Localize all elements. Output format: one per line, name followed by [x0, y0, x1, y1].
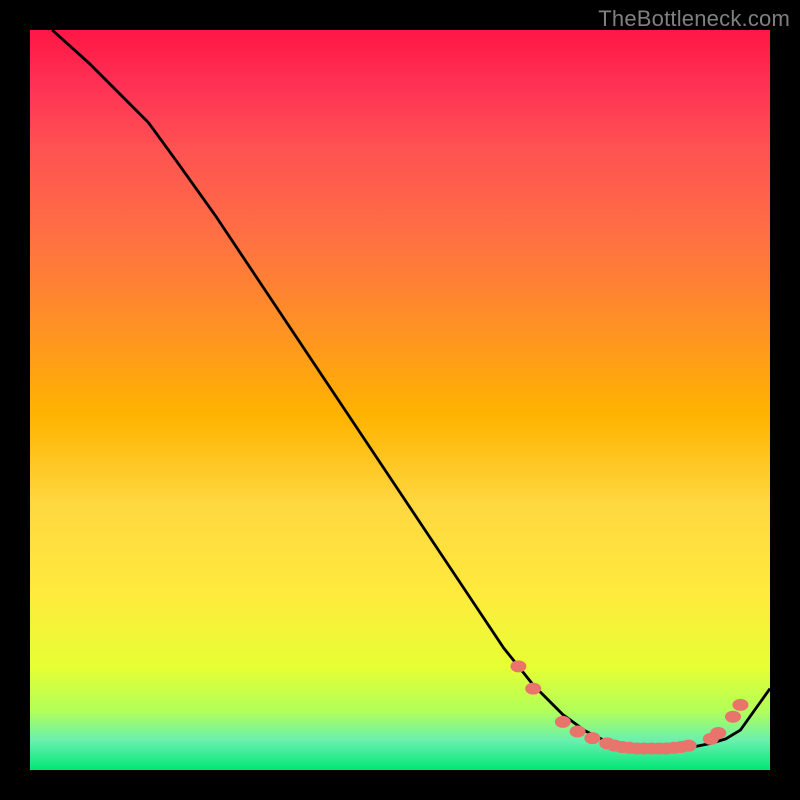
data-marker: [584, 732, 600, 744]
data-marker: [555, 716, 571, 728]
watermark-text: TheBottleneck.com: [598, 6, 790, 32]
plot-area: [30, 30, 770, 770]
markers-group: [510, 660, 748, 754]
data-marker: [681, 740, 697, 752]
curve-path: [52, 30, 770, 749]
data-marker: [510, 660, 526, 672]
chart-container: TheBottleneck.com: [0, 0, 800, 800]
data-marker: [732, 699, 748, 711]
data-marker: [710, 727, 726, 739]
data-marker: [570, 726, 586, 738]
chart-svg: [30, 30, 770, 770]
data-marker: [525, 683, 541, 695]
data-marker: [725, 711, 741, 723]
